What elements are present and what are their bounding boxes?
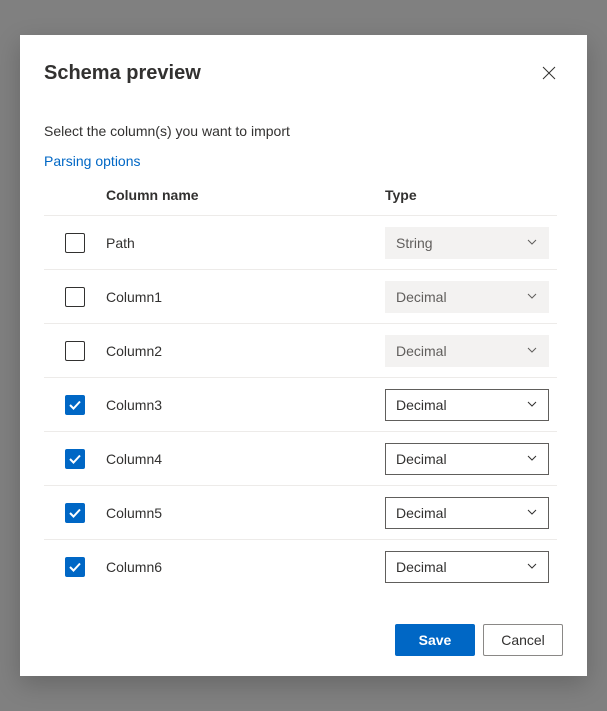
row-checkbox[interactable] <box>65 557 85 577</box>
row-type-value: Decimal <box>396 505 447 521</box>
row-column-name: Column2 <box>106 343 385 359</box>
row-checkbox[interactable] <box>65 341 85 361</box>
columns-scroll-area[interactable]: Column name Type Path String Column1 Decima… <box>44 177 563 604</box>
row-column-name: Column3 <box>106 397 385 413</box>
dialog-title: Schema preview <box>44 62 201 85</box>
row-column-name: Column4 <box>106 451 385 467</box>
save-button[interactable]: Save <box>395 624 475 656</box>
chevron-down-icon <box>526 343 538 359</box>
row-column-name: Column5 <box>106 505 385 521</box>
chevron-down-icon <box>526 289 538 305</box>
row-type-select[interactable]: Decimal <box>385 443 549 475</box>
chevron-down-icon <box>526 559 538 575</box>
row-type-select: Decimal <box>385 335 549 367</box>
table-row: Column1 Decimal <box>44 269 557 323</box>
column-header-type: Type <box>385 187 557 203</box>
row-checkbox[interactable] <box>65 449 85 469</box>
chevron-down-icon <box>526 505 538 521</box>
table-row: Column6 Decimal <box>44 539 557 593</box>
row-column-name: Column6 <box>106 559 385 575</box>
table-row: Column5 Decimal <box>44 485 557 539</box>
row-type-select[interactable]: Decimal <box>385 497 549 529</box>
row-checkbox[interactable] <box>65 287 85 307</box>
row-type-value: Decimal <box>396 559 447 575</box>
table-header: Column name Type <box>44 177 557 215</box>
row-type-value: Decimal <box>396 397 447 413</box>
dialog-footer: Save Cancel <box>44 604 563 656</box>
row-type-value: Decimal <box>396 451 447 467</box>
table-row: Column2 Decimal <box>44 323 557 377</box>
chevron-down-icon <box>526 397 538 413</box>
close-button[interactable] <box>535 59 563 87</box>
schema-preview-dialog: Schema preview Select the column(s) you … <box>20 35 587 676</box>
dialog-header: Schema preview <box>44 59 563 87</box>
table-row: Column4 Decimal <box>44 431 557 485</box>
row-type-select[interactable]: Decimal <box>385 551 549 583</box>
row-column-name: Column1 <box>106 289 385 305</box>
cancel-button[interactable]: Cancel <box>483 624 563 656</box>
chevron-down-icon <box>526 451 538 467</box>
row-checkbox[interactable] <box>65 233 85 253</box>
row-type-select[interactable]: Decimal <box>385 389 549 421</box>
row-type-value: Decimal <box>396 289 447 305</box>
chevron-down-icon <box>526 235 538 251</box>
row-type-value: String <box>396 235 433 251</box>
row-type-select: Decimal <box>385 281 549 313</box>
row-checkbox[interactable] <box>65 395 85 415</box>
dialog-subtitle: Select the column(s) you want to import <box>44 123 563 139</box>
row-type-select: String <box>385 227 549 259</box>
parsing-options-link[interactable]: Parsing options <box>44 153 563 169</box>
table-row: Column3 Decimal <box>44 377 557 431</box>
row-checkbox[interactable] <box>65 503 85 523</box>
close-icon <box>542 66 556 80</box>
table-row: Path String <box>44 215 557 269</box>
row-column-name: Path <box>106 235 385 251</box>
row-type-value: Decimal <box>396 343 447 359</box>
column-header-name: Column name <box>106 187 385 203</box>
